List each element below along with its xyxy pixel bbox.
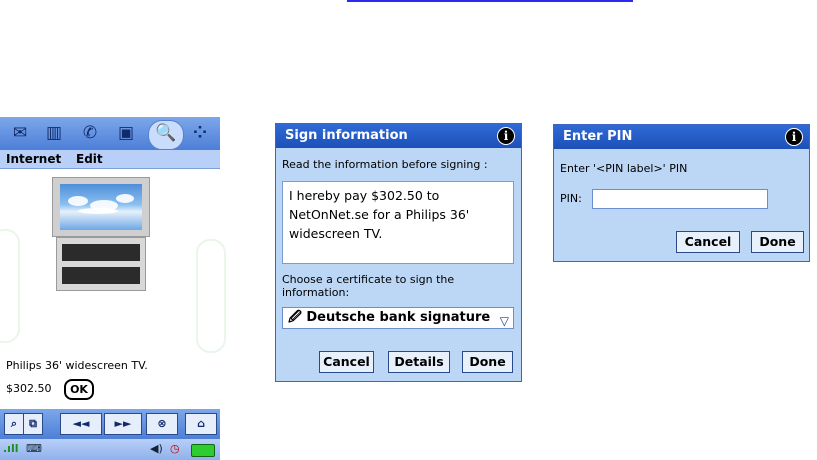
web-page-content: Philips 36' widescreen TV. $302.50 OK xyxy=(0,169,226,408)
mail-icon[interactable]: ✉ xyxy=(10,123,30,143)
app-icon-bar: ✉ ▥ ✆ ▣ 🔍 ⁘ xyxy=(0,117,220,150)
back-button[interactable]: ◄◄ xyxy=(60,413,102,435)
menu-bar: Internet Edit xyxy=(0,150,220,169)
message-line: I hereby pay $302.50 to xyxy=(289,188,440,203)
chevron-down-icon: ▽ xyxy=(499,314,509,328)
stop-icon[interactable]: ⊗ xyxy=(146,413,178,435)
info-icon[interactable]: i xyxy=(785,128,803,146)
pin-input[interactable] xyxy=(592,189,768,209)
link-underline xyxy=(347,0,633,2)
menu-internet[interactable]: Internet xyxy=(6,150,61,168)
bookmark-icon[interactable]: ⧉ xyxy=(23,413,43,435)
background-decoration xyxy=(196,239,226,353)
product-image[interactable] xyxy=(52,177,150,291)
certificate-prompt-line: information: xyxy=(282,286,350,299)
product-name: Philips 36' widescreen TV. xyxy=(6,359,148,372)
calendar-icon[interactable]: ▣ xyxy=(116,123,136,143)
browser-toolbar: ⌕ ⧉ ◄◄ ►► ⊗ ⌂ xyxy=(0,409,220,439)
status-bar: .ıll ⌨ ◀) ◷ xyxy=(0,439,220,460)
message-line: NetOnNet.se for a Philips 36' xyxy=(289,207,470,222)
menu-edit[interactable]: Edit xyxy=(76,150,103,168)
apps-grid-icon[interactable]: ⁘ xyxy=(190,123,210,143)
phone-screen: ✉ ▥ ✆ ▣ 🔍 ⁘ Internet Edit Philips 36' wi… xyxy=(0,117,226,460)
phone-icon[interactable]: ✆ xyxy=(80,123,100,143)
tv-frame xyxy=(52,177,150,237)
certificate-icon: 🖉 xyxy=(288,310,302,325)
cancel-button[interactable]: Cancel xyxy=(319,351,374,373)
tv-stand xyxy=(56,237,146,291)
product-price: $302.50 xyxy=(6,382,52,395)
speaker-icon[interactable]: ◀) xyxy=(150,442,163,456)
keyboard-icon[interactable]: ⌨ xyxy=(26,442,42,456)
tv-screen xyxy=(60,184,142,230)
sign-instruction: Read the information before signing : xyxy=(282,158,488,171)
home-icon[interactable]: ⌂ xyxy=(185,413,217,435)
clock-icon[interactable]: ◷ xyxy=(170,442,180,456)
book-icon[interactable]: ▥ xyxy=(44,123,64,143)
forward-button[interactable]: ►► xyxy=(104,413,142,435)
pin-prompt: Enter '<PIN label>' PIN xyxy=(560,162,688,175)
message-line: widescreen TV. xyxy=(289,226,383,241)
battery-icon xyxy=(191,444,215,457)
cancel-button[interactable]: Cancel xyxy=(676,231,740,253)
pin-label: PIN: xyxy=(560,192,582,205)
ok-button[interactable]: OK xyxy=(64,379,94,400)
sign-information-dialog: Sign information i Read the information … xyxy=(275,123,522,382)
details-button[interactable]: Details xyxy=(388,351,450,373)
done-button[interactable]: Done xyxy=(462,351,513,373)
dialog-title: Sign information xyxy=(276,124,521,148)
enter-pin-dialog: Enter PIN i Enter '<PIN label>' PIN PIN:… xyxy=(553,124,810,262)
signal-icon: .ıll xyxy=(3,442,19,455)
info-icon[interactable]: i xyxy=(497,127,515,145)
done-button[interactable]: Done xyxy=(751,231,804,253)
globe-search-icon[interactable]: 🔍 xyxy=(155,123,176,143)
certificate-prompt-line: Choose a certificate to sign the xyxy=(282,273,455,286)
background-decoration xyxy=(0,229,20,343)
certificate-value: Deutsche bank signature xyxy=(306,310,491,325)
message-box: I hereby pay $302.50 to NetOnNet.se for … xyxy=(282,181,514,264)
certificate-dropdown[interactable]: 🖉 Deutsche bank signature ▽ xyxy=(282,307,514,329)
search-icon[interactable]: ⌕ xyxy=(4,413,24,435)
dialog-title: Enter PIN xyxy=(554,125,809,149)
certificate-prompt: Choose a certificate to sign the informa… xyxy=(282,273,454,299)
